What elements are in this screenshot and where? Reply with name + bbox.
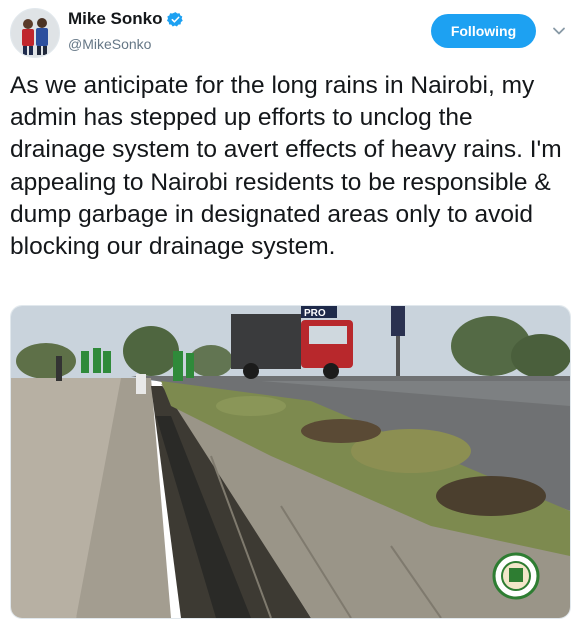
avatar[interactable] (10, 8, 60, 58)
user-handle[interactable]: @MikeSonko (68, 36, 151, 52)
chevron-down-icon[interactable] (552, 24, 566, 38)
verified-badge-icon (167, 11, 184, 28)
tweet-text: As we anticipate for the long rains in N… (10, 72, 562, 261)
truck-sign-text: PRO (304, 308, 326, 319)
display-name[interactable]: Mike Sonko (68, 9, 162, 29)
avatar-image (11, 9, 59, 57)
name-row: Mike Sonko (68, 9, 184, 29)
tweet-header: Mike Sonko @MikeSonko Following (0, 0, 574, 64)
drainage-photo: PRO (11, 306, 570, 618)
following-button[interactable]: Following (431, 14, 536, 48)
tweet-media-image[interactable]: PRO (10, 305, 571, 619)
